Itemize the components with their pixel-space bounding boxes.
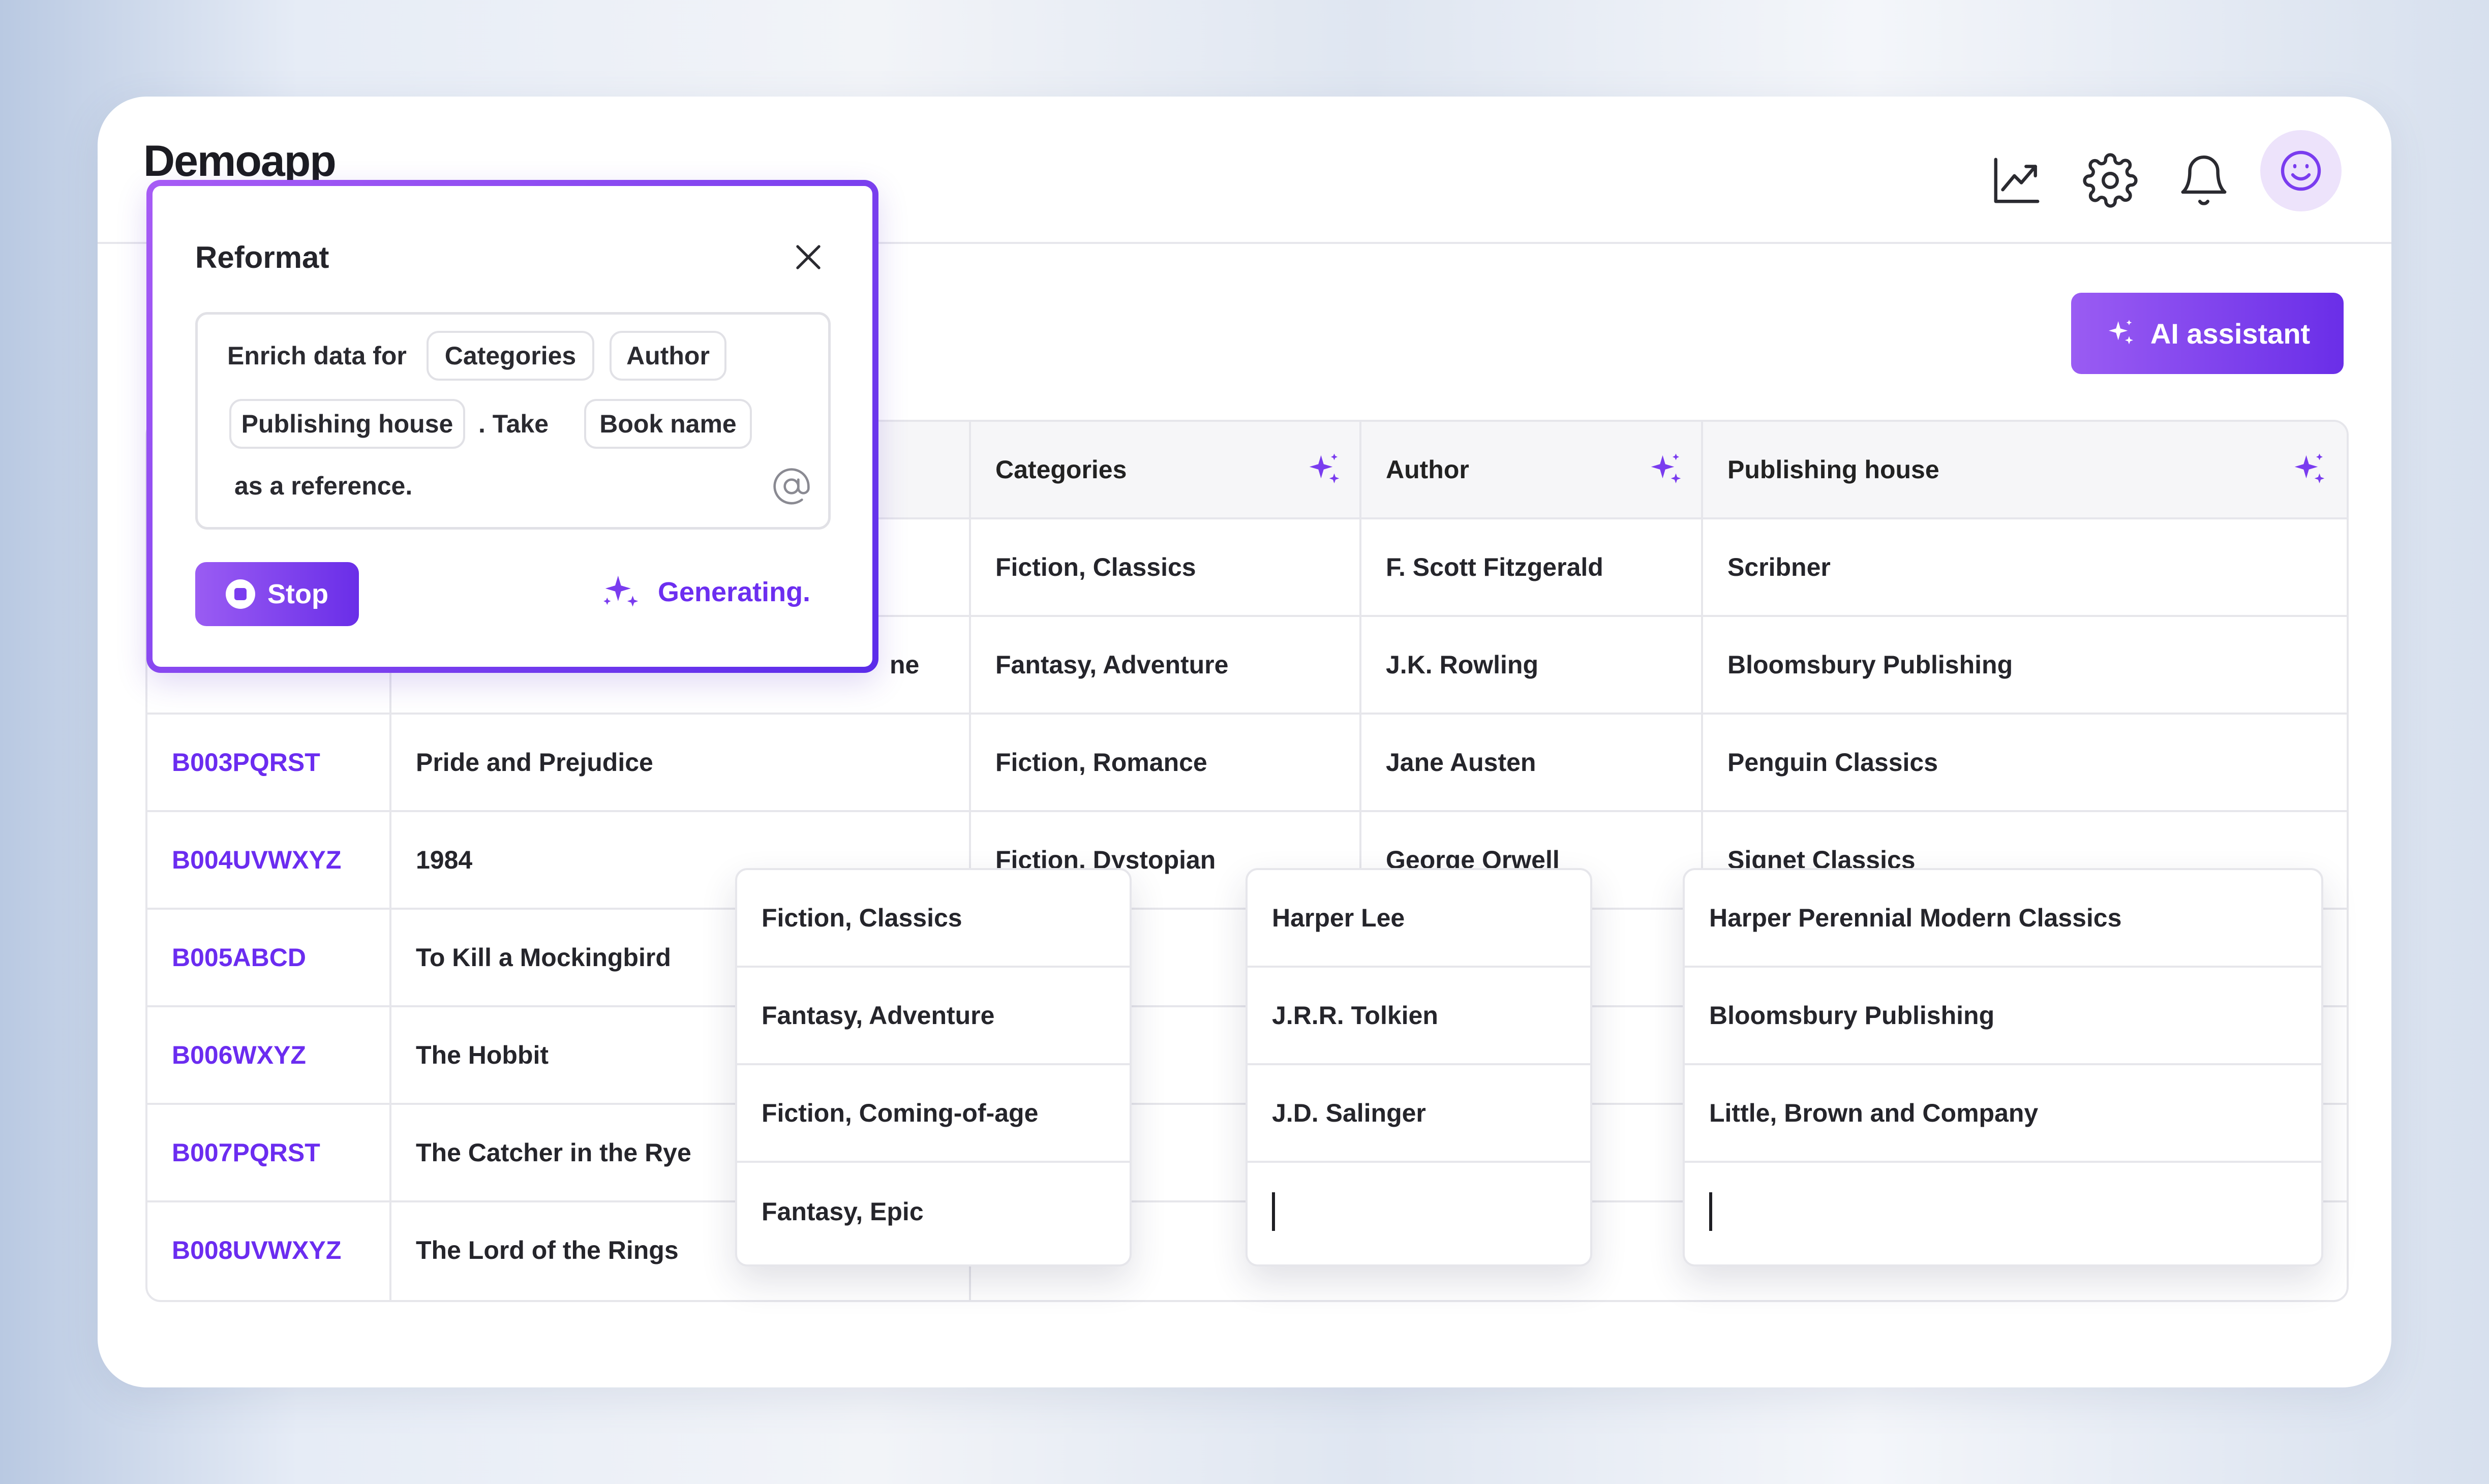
- app-title: Demoapp: [143, 137, 337, 186]
- cell-title: To Kill a Mockingbird: [416, 943, 671, 972]
- cell-title: The Hobbit: [416, 1041, 549, 1069]
- column-divider: [1359, 422, 1361, 910]
- column-header-label: Categories: [995, 455, 1127, 484]
- text-caret: [1709, 1192, 1712, 1231]
- cell-author: Jane Austen: [1386, 748, 1536, 777]
- stop-icon: [226, 579, 255, 609]
- cell-author: J.K. Rowling: [1386, 651, 1538, 679]
- publisher-dropdown[interactable]: Harper Perennial Modern Classics Bloomsb…: [1683, 868, 2323, 1266]
- cell-id[interactable]: B006WXYZ: [147, 1007, 306, 1103]
- column-divider: [1701, 422, 1703, 910]
- ai-assistant-button[interactable]: AI assistant: [2071, 293, 2344, 374]
- dropdown-input[interactable]: [1248, 1163, 1590, 1260]
- dropdown-option[interactable]: Fantasy, Adventure: [737, 968, 1130, 1065]
- smiley-avatar-icon[interactable]: [2260, 130, 2342, 211]
- prompt-take: . Take: [478, 410, 549, 438]
- cell-id[interactable]: B004UVWXYZ: [147, 812, 341, 908]
- table-row[interactable]: B003PQRST Pride and Prejudice Fiction, R…: [147, 715, 2347, 812]
- chip-categories[interactable]: Categories: [427, 331, 594, 381]
- generating-label: Generating.: [658, 577, 811, 607]
- stop-button[interactable]: Stop: [195, 562, 359, 626]
- dropdown-option[interactable]: Bloomsbury Publishing: [1685, 968, 2321, 1065]
- dropdown-option[interactable]: J.R.R. Tolkien: [1248, 968, 1590, 1065]
- cell-publisher: Scribner: [1727, 553, 1831, 581]
- sparkle-icon: [2108, 320, 2133, 345]
- sparkle-icon[interactable]: [1646, 450, 1686, 490]
- sparkle-icon: [603, 575, 639, 607]
- cell-id[interactable]: B007PQRST: [147, 1105, 320, 1200]
- panel-title: Reformat: [195, 240, 329, 274]
- at-mention-icon[interactable]: [771, 466, 812, 507]
- prompt-field[interactable]: Enrich data for Categories Author Publis…: [195, 312, 831, 530]
- column-header-publishing-house[interactable]: Publishing house: [1703, 422, 2347, 519]
- dropdown-option[interactable]: J.D. Salinger: [1248, 1065, 1590, 1163]
- cell-publisher: Bloomsbury Publishing: [1727, 651, 2013, 679]
- cell-author: F. Scott Fitzgerald: [1386, 553, 1603, 581]
- sparkle-icon[interactable]: [1304, 450, 1344, 490]
- cell-title: The Lord of the Rings: [416, 1236, 679, 1264]
- cell-categories: Fiction, Classics: [995, 553, 1196, 581]
- close-icon[interactable]: [790, 239, 827, 275]
- prompt-prefix: Enrich data for: [227, 342, 407, 370]
- dropdown-option[interactable]: Fiction, Classics: [737, 870, 1130, 968]
- dropdown-option[interactable]: Fantasy, Epic: [737, 1163, 1130, 1260]
- chart-icon[interactable]: [1979, 142, 2055, 219]
- column-header-categories[interactable]: Categories: [971, 422, 1361, 519]
- chip-publishing-house[interactable]: Publishing house: [229, 399, 465, 449]
- cell-id[interactable]: B003PQRST: [147, 715, 320, 810]
- dropdown-option[interactable]: Little, Brown and Company: [1685, 1065, 2321, 1163]
- cell-title: The Catcher in the Rye: [416, 1138, 691, 1167]
- chip-book-name[interactable]: Book name: [584, 399, 752, 449]
- dropdown-option[interactable]: Fiction, Coming-of-age: [737, 1065, 1130, 1163]
- settings-icon[interactable]: [2072, 142, 2148, 219]
- column-header-label: Publishing house: [1727, 455, 1939, 484]
- dropdown-option[interactable]: Harper Perennial Modern Classics: [1685, 870, 2321, 968]
- dropdown-input[interactable]: [1685, 1163, 2321, 1260]
- cell-categories: Fantasy, Adventure: [995, 651, 1229, 679]
- cell-title: 1984: [416, 846, 473, 874]
- cell-title: Pride and Prejudice: [416, 748, 653, 777]
- column-header-author[interactable]: Author: [1361, 422, 1703, 519]
- cell-publisher: Penguin Classics: [1727, 748, 1938, 777]
- chip-author[interactable]: Author: [610, 331, 726, 381]
- cell-categories: Fiction, Romance: [995, 748, 1207, 777]
- categories-dropdown[interactable]: Fiction, Classics Fantasy, Adventure Fic…: [735, 868, 1132, 1266]
- reformat-panel: Reformat Enrich data for Categories Auth…: [146, 180, 878, 673]
- dropdown-option[interactable]: Harper Lee: [1248, 870, 1590, 968]
- author-dropdown[interactable]: Harper Lee J.R.R. Tolkien J.D. Salinger: [1246, 868, 1592, 1266]
- generating-status: Generating.: [600, 570, 810, 614]
- bell-icon[interactable]: [2166, 142, 2242, 219]
- column-header-label: Author: [1386, 455, 1469, 484]
- cell-id[interactable]: B005ABCD: [147, 910, 306, 1005]
- ai-assistant-label: AI assistant: [2150, 317, 2311, 350]
- stop-label: Stop: [267, 579, 328, 609]
- sparkle-icon[interactable]: [2290, 450, 2329, 490]
- text-caret: [1272, 1192, 1275, 1231]
- prompt-suffix: as a reference.: [234, 472, 413, 500]
- cell-id[interactable]: B008UVWXYZ: [147, 1202, 341, 1298]
